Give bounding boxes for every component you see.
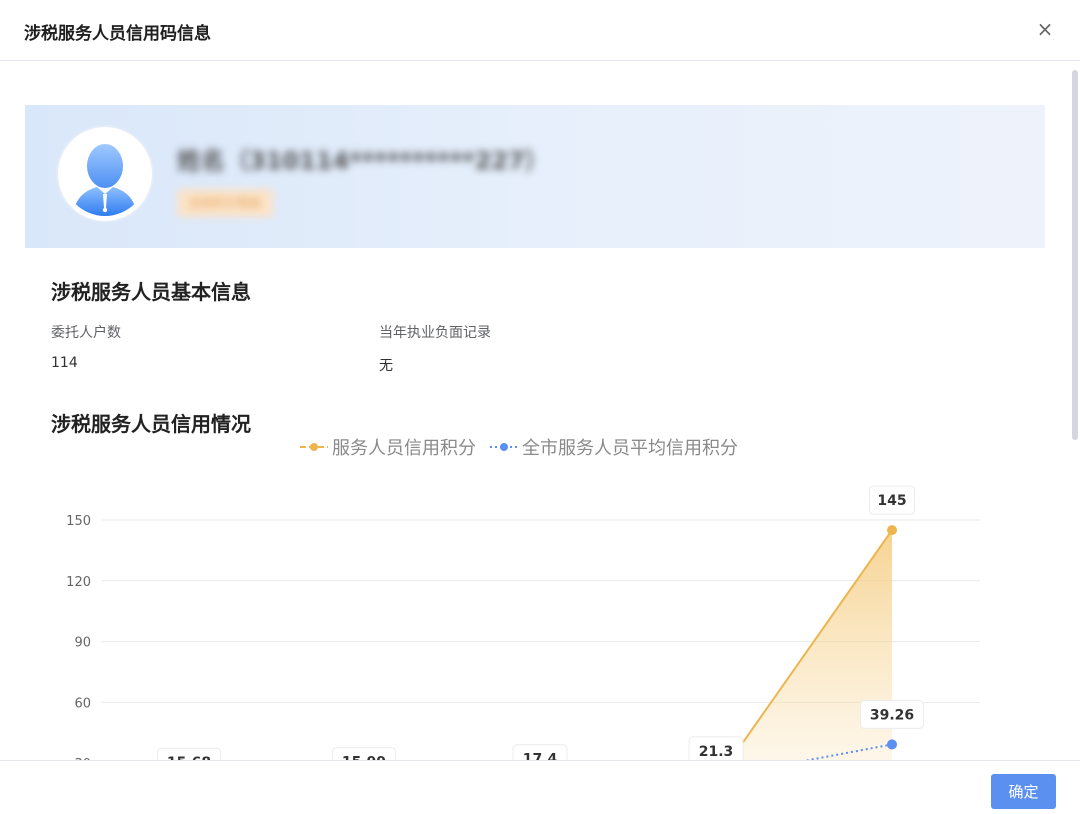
y-tick-label: 150 [66,514,91,529]
legend-swatch-personal [300,443,328,451]
avatar [63,132,147,216]
dialog-header: 涉税服务人员信用码信息 × [0,0,1080,61]
info-value-negative-records: 无 [379,358,393,374]
profile-badge: 信用积分等级 [177,189,274,217]
confirm-button[interactable]: 确定 [991,774,1056,809]
data-label-text: 17.4 [523,752,558,760]
profile-name: 姓名（310114**********227） [177,147,549,175]
scrollbar-track[interactable] [1070,62,1080,760]
data-label-city-average: 39.26 [860,699,924,729]
scrollbar-thumb[interactable] [1072,70,1078,440]
series-personal-point [887,525,897,536]
legend-swatch-city-average [490,443,518,451]
credit-section-title: 涉税服务人员信用情况 [51,412,251,436]
dialog-body[interactable]: 姓名（310114**********227） 信用积分等级 涉税服务人员基本信… [0,62,1080,760]
data-label-text: 21.3 [699,744,734,760]
credit-line-chart: 30609012015015.6815.9917.421.314539.26 [66,485,980,760]
close-icon[interactable]: × [1034,18,1056,40]
legend-item-city-average[interactable]: 全市服务人员平均信用积分 [490,434,738,460]
dialog-title: 涉税服务人员信用码信息 [24,24,211,44]
info-label-negative-records: 当年执业负面记录 [379,325,491,341]
dialog-footer: 确定 [0,760,1080,814]
profile-card: 姓名（310114**********227） 信用积分等级 [25,105,1045,248]
data-label-text: 145 [877,493,906,509]
basic-info-title: 涉税服务人员基本信息 [51,280,251,304]
person-icon [63,132,147,216]
y-tick-label: 60 [74,696,91,711]
legend-label-personal: 服务人员信用积分 [332,438,476,459]
y-tick-label: 90 [74,636,91,651]
data-label-text: 39.26 [870,707,914,723]
data-label-personal-4: 145 [869,485,915,515]
legend-label-city-average: 全市服务人员平均信用积分 [522,438,738,459]
avatar-ring [58,127,152,221]
series-city-average-point [887,739,897,750]
chart-legend: 服务人员信用积分 全市服务人员平均信用积分 [300,435,752,459]
info-value-clients: 114 [51,355,78,371]
series-personal-area [730,530,892,760]
data-label-personal-1: 15.99 [332,747,396,760]
info-label-clients: 委托人户数 [51,325,121,341]
credit-code-dialog: 涉税服务人员信用码信息 × 姓名（310114**********227） 信用… [0,0,1080,814]
legend-item-personal[interactable]: 服务人员信用积分 [300,434,476,460]
data-label-personal-3: 21.3 [688,736,744,760]
y-tick-label: 120 [66,575,91,590]
data-label-personal-0: 15.68 [157,747,221,760]
data-label-personal-2: 17.4 [512,744,568,760]
